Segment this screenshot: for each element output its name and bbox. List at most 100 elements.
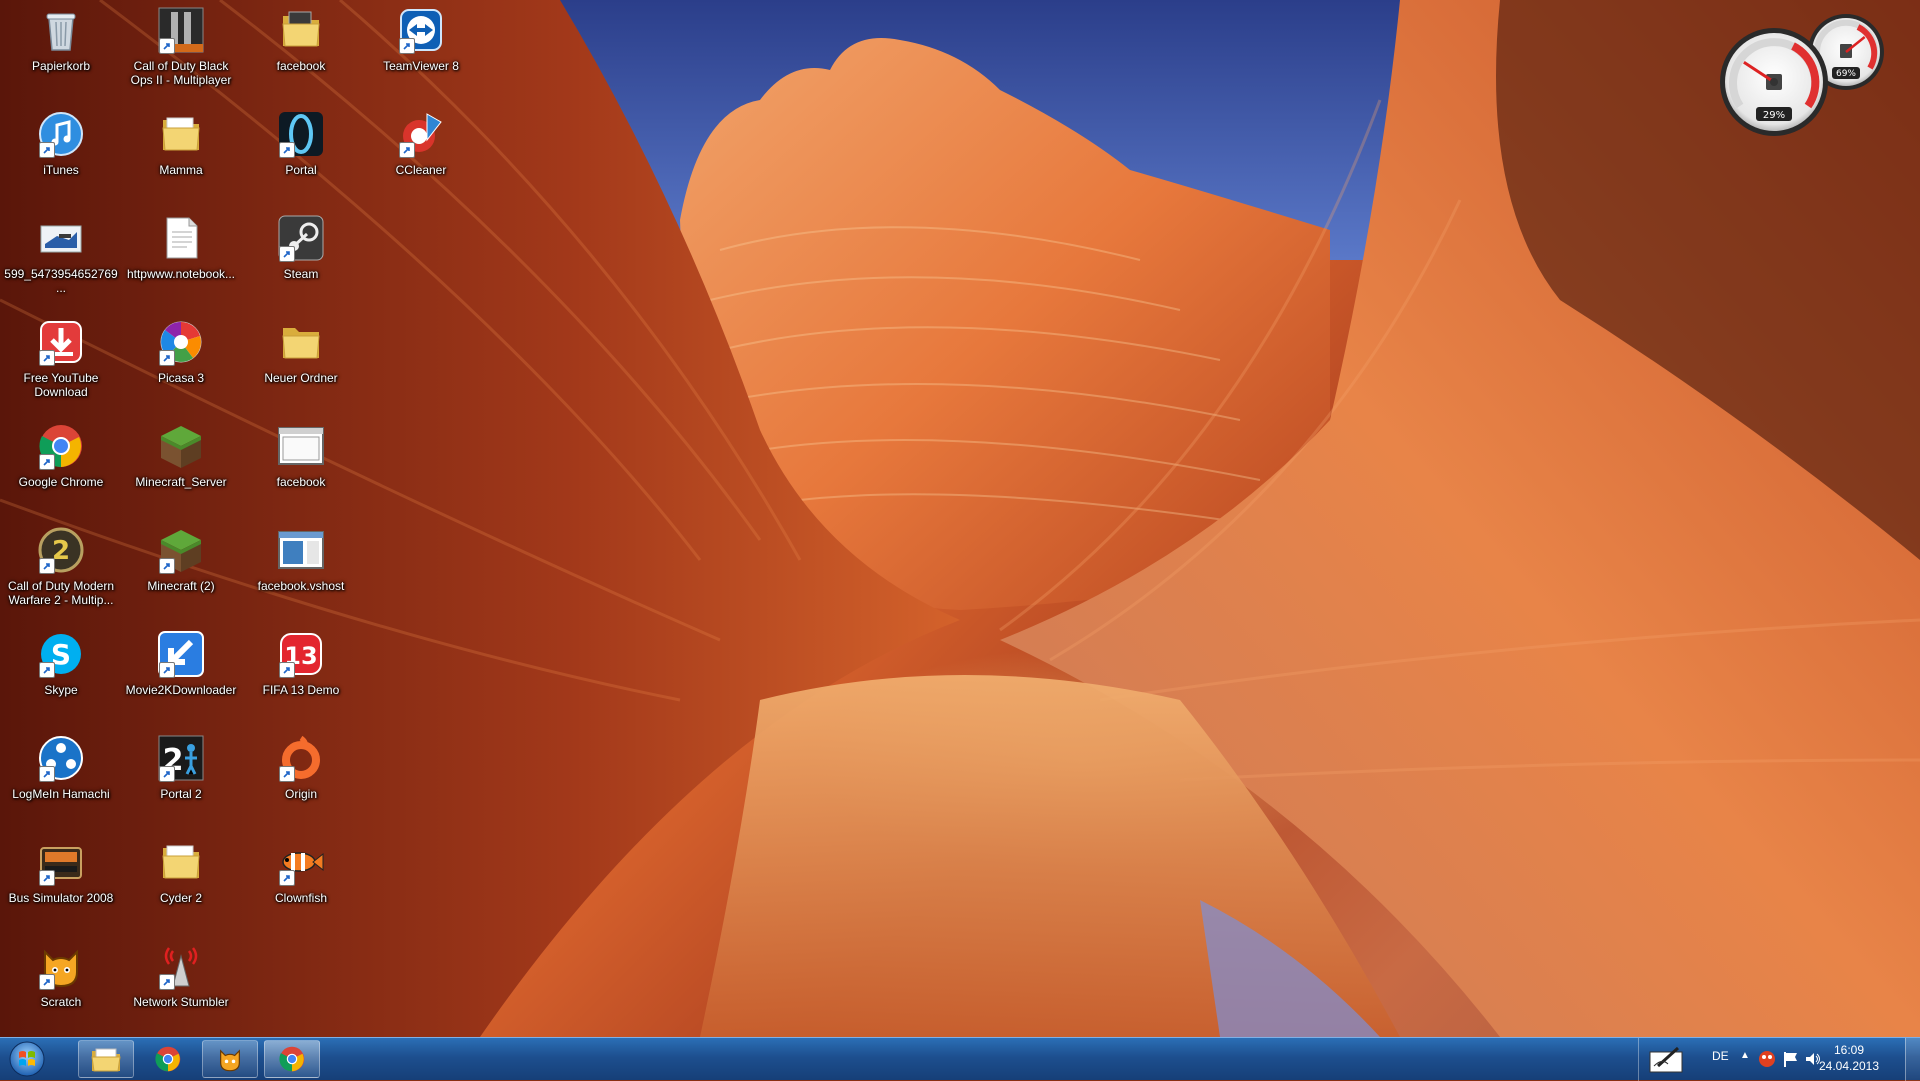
desktop-icon-free-youtube-download[interactable]: Free YouTube Download [2, 314, 120, 416]
icon-label: Skype [44, 683, 78, 697]
chrome-icon [155, 1046, 181, 1072]
icon-label: Call of Duty Modern Warfare 2 - Multip..… [7, 579, 115, 607]
desktop-icon-portal-2[interactable]: 2 Portal 2 [122, 730, 240, 832]
desktop-icon-minecraft-2[interactable]: Minecraft (2) [122, 522, 240, 624]
desktop-icon-network-stumbler[interactable]: Network Stumbler [122, 938, 240, 1040]
desktop-icon-scratch[interactable]: Scratch [2, 938, 120, 1040]
start-button[interactable] [4, 1040, 50, 1078]
shortcut-arrow-icon [159, 974, 175, 990]
minecraft-block-icon [157, 526, 205, 574]
show-desktop-button[interactable] [1905, 1038, 1920, 1081]
desktop-icon-origin[interactable]: Origin [242, 730, 360, 832]
tray-app-icon[interactable] [1758, 1050, 1776, 1068]
folder-icon [277, 6, 325, 54]
desktop-icon-teamviewer[interactable]: TeamViewer 8 [362, 2, 480, 104]
icon-label: Origin [284, 787, 317, 801]
picasa-icon [157, 318, 205, 366]
desktop-icon-cyder-2[interactable]: Cyder 2 [122, 834, 240, 936]
desktop-icon-google-chrome[interactable]: Google Chrome [2, 418, 120, 520]
tablet-input-icon[interactable] [1648, 1044, 1686, 1074]
icon-label: Clownfish [274, 891, 328, 905]
itunes-icon [37, 110, 85, 158]
shortcut-arrow-icon [159, 38, 175, 54]
icon-label: Papierkorb [31, 59, 91, 73]
desktop-icon-image-file[interactable]: 599_5473954652769... [2, 210, 120, 312]
desktop-icon-bus-simulator[interactable]: Bus Simulator 2008 [2, 834, 120, 936]
icon-label: LogMeIn Hamachi [12, 787, 110, 801]
desktop-icon-ccleaner[interactable]: CCleaner [362, 106, 480, 208]
portal2-icon: 2 [157, 734, 205, 782]
desktop-icon-mamma[interactable]: Mamma [122, 106, 240, 208]
cod-mw2-icon: 2 [37, 526, 85, 574]
folder-icon [157, 110, 205, 158]
icon-label: Minecraft_Server [135, 475, 227, 489]
memory-percent-label: 69% [1836, 69, 1856, 79]
scratch-cat-icon [37, 942, 85, 990]
window-app-icon [277, 422, 325, 470]
icon-label: Cyder 2 [159, 891, 203, 905]
minecraft-block-icon [157, 422, 205, 470]
cpu-meter-gadget[interactable]: 69% 29% [1718, 12, 1890, 140]
icon-label: Free YouTube Download [23, 371, 99, 399]
tray-separator [1638, 1038, 1639, 1081]
desktop-icon-fifa-13-demo[interactable]: 13 FIFA 13 Demo [242, 626, 360, 728]
scratch-cat-icon [220, 1049, 240, 1072]
shortcut-arrow-icon [159, 766, 175, 782]
desktop-icon-neuer-ordner[interactable]: Neuer Ordner [242, 314, 360, 416]
taskbar-scratch-button[interactable] [202, 1040, 258, 1078]
clock-time: 16:09 [1833, 1043, 1865, 1057]
icon-label: iTunes [43, 163, 79, 177]
shortcut-arrow-icon [39, 454, 55, 470]
origin-icon [277, 734, 325, 782]
hamachi-icon [37, 734, 85, 782]
desktop-icon-cod-bo2[interactable]: Call of Duty Black Ops II - Multiplayer [122, 2, 240, 104]
desktop-icon-facebook-vshost[interactable]: facebook.vshost [242, 522, 360, 624]
show-hidden-icons-arrow[interactable]: ▲ [1740, 1050, 1750, 1061]
window-app-icon [277, 526, 325, 574]
desktop-icon-httpwww-notebook[interactable]: httpwww.notebook... [122, 210, 240, 312]
desktop-icon-logmein-hamachi[interactable]: LogMeIn Hamachi [2, 730, 120, 832]
folder-icon [157, 838, 205, 886]
icon-label: facebook [276, 475, 326, 489]
shortcut-arrow-icon [159, 558, 175, 574]
taskbar-chrome-active-button[interactable] [264, 1040, 320, 1078]
desktop-icon-portal[interactable]: Portal [242, 106, 360, 208]
teamviewer-icon [397, 6, 445, 54]
desktop-icon-picasa[interactable]: Picasa 3 [122, 314, 240, 416]
antenna-icon [157, 942, 205, 990]
portal-icon [277, 110, 325, 158]
bus-icon [37, 838, 85, 886]
windows-orb-icon [9, 1041, 45, 1077]
desktop-icon-facebook-folder[interactable]: facebook [242, 2, 360, 104]
desktop-icon-minecraft-server[interactable]: Minecraft_Server [122, 418, 240, 520]
desktop-icon-cod-mw2[interactable]: 2 Call of Duty Modern Warfare 2 - Multip… [2, 522, 120, 624]
shortcut-arrow-icon [279, 142, 295, 158]
desktop-icon-itunes[interactable]: iTunes [2, 106, 120, 208]
language-indicator[interactable]: DE [1712, 1049, 1729, 1063]
shortcut-arrow-icon [39, 974, 55, 990]
icon-label: facebook [276, 59, 326, 73]
icon-label: Steam [283, 267, 319, 281]
taskbar-explorer-button[interactable] [78, 1040, 134, 1078]
desktop-icon-movie2kdownloader[interactable]: Movie2KDownloader [122, 626, 240, 728]
icon-label: Portal 2 [160, 787, 202, 801]
desktop-icon-steam[interactable]: Steam [242, 210, 360, 312]
icon-label: Movie2KDownloader [125, 683, 237, 697]
recycle-bin-icon [37, 6, 85, 54]
desktop-icon-clownfish[interactable]: Clownfish [242, 834, 360, 936]
desktop-icon-papierkorb[interactable]: Papierkorb [2, 2, 120, 104]
system-tray: DE ▲ 16:09 24.04.2013 [1620, 1038, 1920, 1081]
shortcut-arrow-icon [39, 350, 55, 366]
icon-label: Google Chrome [18, 475, 104, 489]
icon-label: Call of Duty Black Ops II - Multiplayer [130, 59, 232, 87]
icon-label: TeamViewer 8 [383, 59, 459, 73]
taskbar-chrome-button[interactable] [140, 1040, 196, 1078]
icon-label: Picasa 3 [157, 371, 205, 385]
shortcut-arrow-icon [39, 870, 55, 886]
desktop-icon-skype[interactable]: S Skype [2, 626, 120, 728]
desktop-icon-facebook-app[interactable]: facebook [242, 418, 360, 520]
steam-icon [277, 214, 325, 262]
clock[interactable]: 16:09 24.04.2013 [1814, 1042, 1884, 1074]
action-center-flag-icon[interactable] [1782, 1050, 1800, 1068]
shortcut-arrow-icon [279, 662, 295, 678]
